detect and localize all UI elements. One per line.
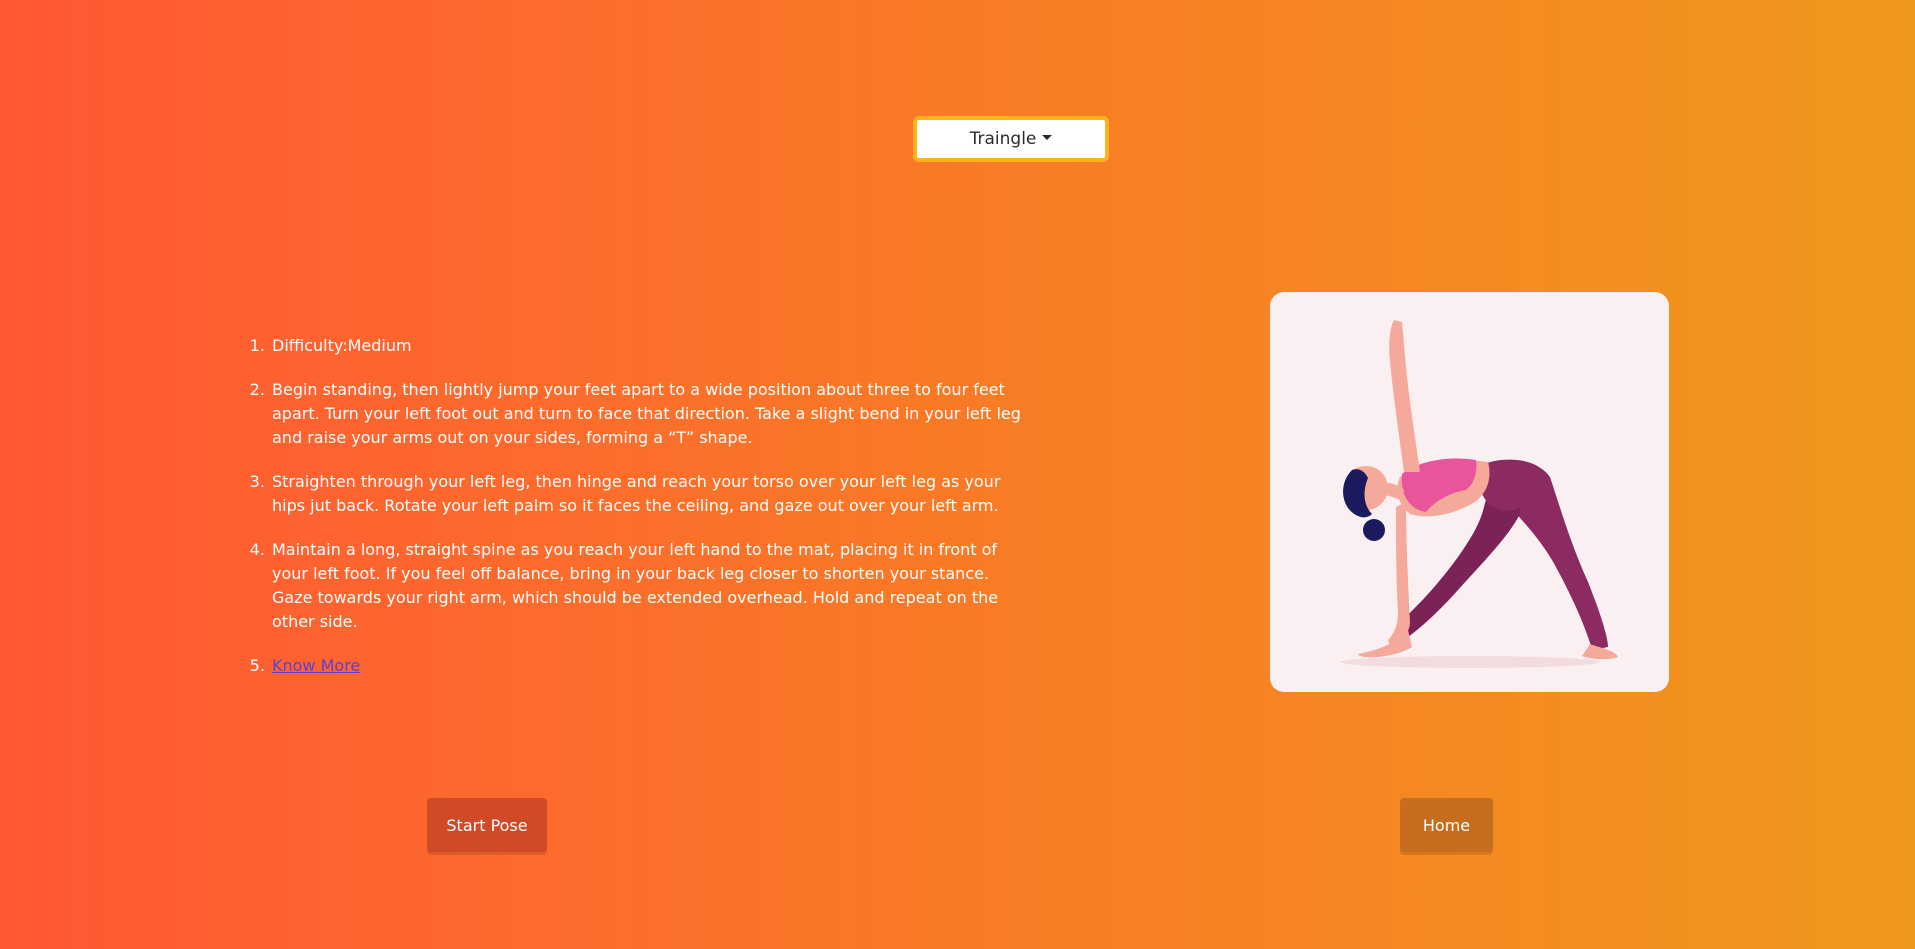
step-text: Begin standing, then lightly jump your f… bbox=[272, 380, 1021, 447]
know-more-link[interactable]: Know More bbox=[272, 656, 360, 675]
list-item: Straighten through your left leg, then h… bbox=[270, 470, 1022, 518]
home-button[interactable]: Home bbox=[1400, 798, 1493, 852]
pose-dropdown-label: Traingle bbox=[969, 129, 1037, 149]
step-text: Straighten through your left leg, then h… bbox=[272, 472, 1001, 515]
list-item: Maintain a long, straight spine as you r… bbox=[270, 538, 1022, 634]
pose-dropdown[interactable]: Traingle bbox=[913, 116, 1109, 162]
instructions-list: Difficulty:Medium Begin standing, then l… bbox=[252, 334, 1022, 698]
start-pose-button[interactable]: Start Pose bbox=[427, 798, 547, 852]
start-pose-label: Start Pose bbox=[446, 815, 528, 835]
triangle-pose-illustration bbox=[1340, 320, 1618, 668]
list-item: Begin standing, then lightly jump your f… bbox=[270, 378, 1022, 450]
step-text: Maintain a long, straight spine as you r… bbox=[272, 540, 999, 631]
home-label: Home bbox=[1422, 815, 1471, 835]
caret-down-icon bbox=[1042, 134, 1053, 140]
difficulty-text: Difficulty:Medium bbox=[272, 336, 412, 355]
list-item: Know More bbox=[270, 654, 1022, 678]
list-item: Difficulty:Medium bbox=[270, 334, 1022, 358]
pose-illustration-card bbox=[1270, 292, 1669, 692]
